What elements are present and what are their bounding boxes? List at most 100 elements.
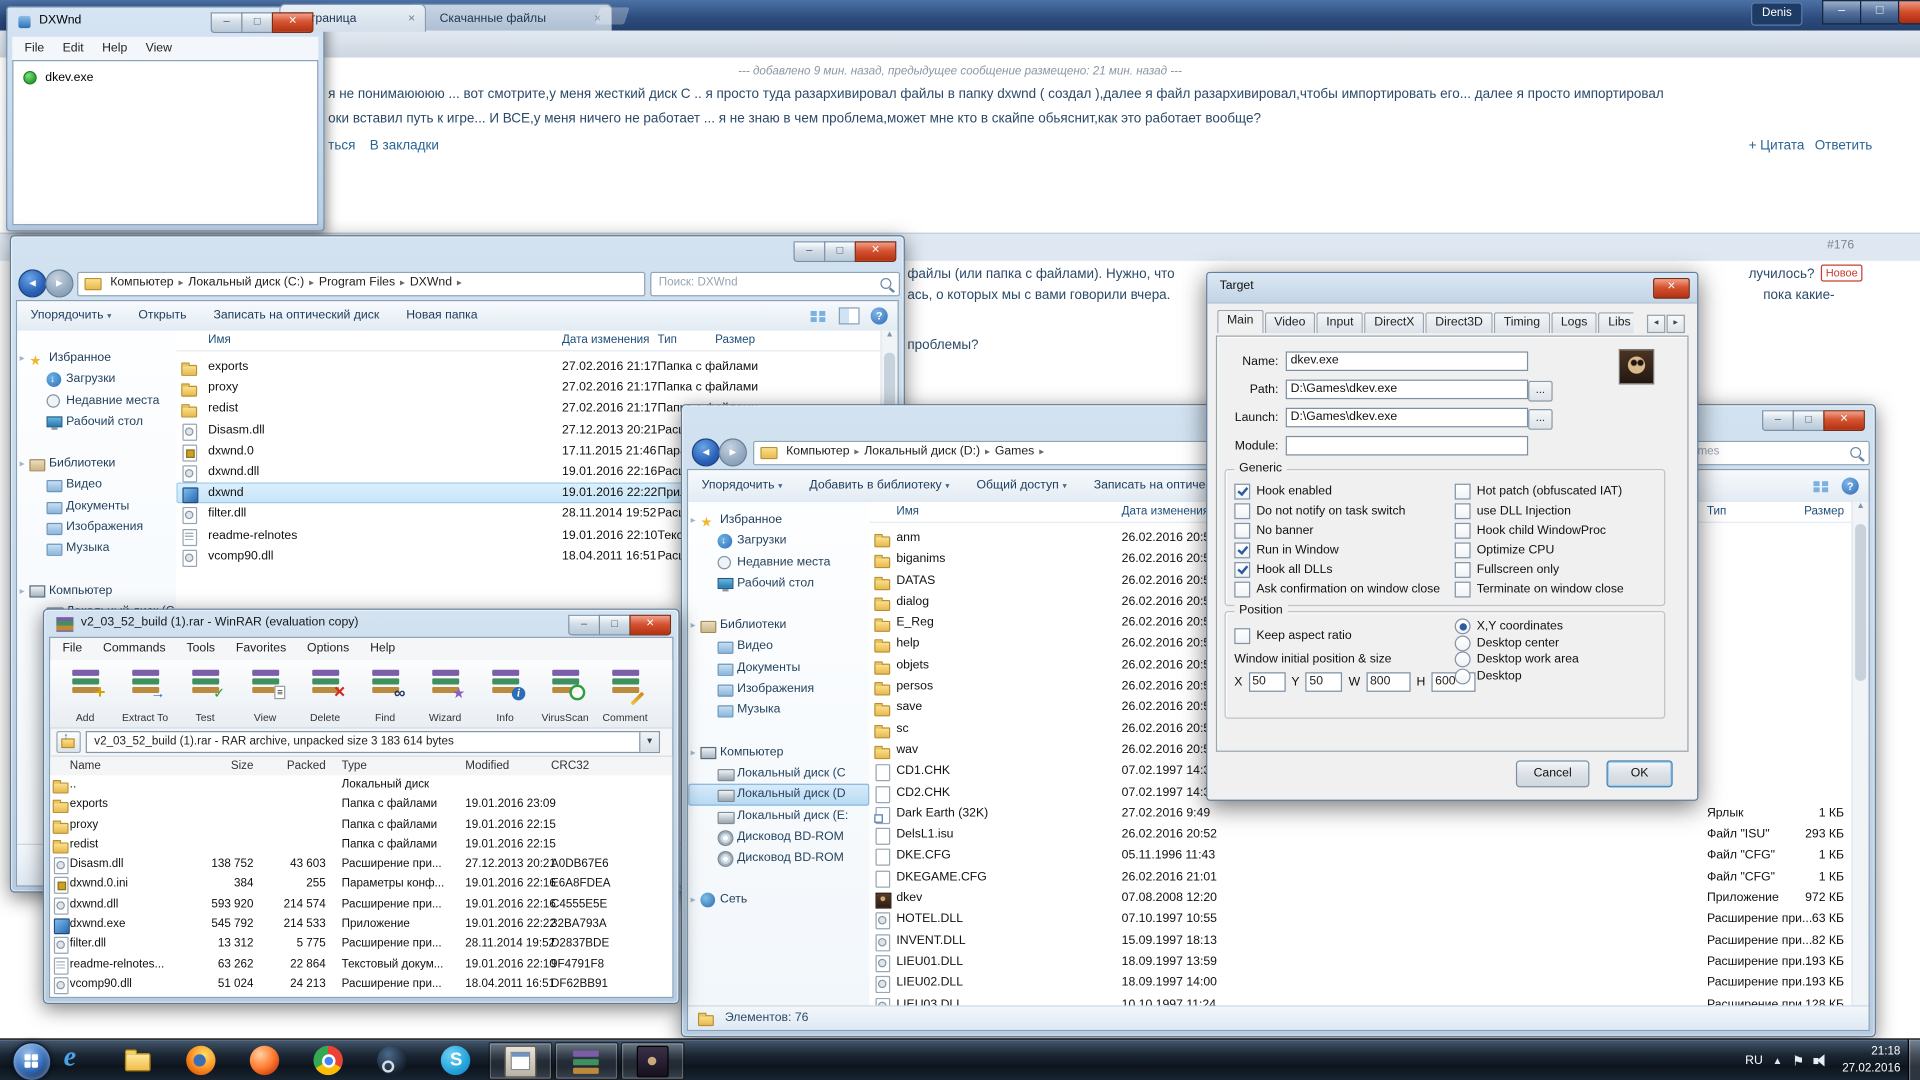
taskbar-window-button[interactable] [488, 1042, 553, 1080]
dropdown-icon[interactable]: ▼ [639, 732, 659, 752]
file-row[interactable]: proxy 27.02.2016 21:17 Папка с файлами [176, 377, 897, 398]
column-header[interactable]: Имя [896, 502, 919, 522]
radio[interactable] [1454, 668, 1471, 685]
breadcrumb-segment[interactable]: DXWnd [407, 276, 454, 289]
radio[interactable] [1454, 651, 1471, 668]
dialog-tab-libs[interactable]: Libs [1598, 312, 1634, 334]
checkbox[interactable] [1454, 541, 1471, 558]
checkbox-row[interactable]: Hot patch (obfuscated IAT) [1454, 481, 1624, 501]
search-input[interactable]: Поиск: DXWnd [650, 271, 900, 297]
taskbar-player-button[interactable] [233, 1040, 297, 1080]
expander-icon[interactable]: ▸ [691, 615, 696, 636]
checkbox[interactable] [1454, 483, 1471, 499]
sidebar-item[interactable]: Рабочий стол [688, 573, 869, 594]
column-header[interactable]: Тип [1707, 502, 1726, 522]
close-icon[interactable] [629, 614, 672, 636]
taskbar-skype-button[interactable] [424, 1040, 488, 1080]
toolbar-button[interactable]: Упорядочить ▾ [702, 470, 783, 502]
sidebar-item[interactable]: Видео [688, 636, 869, 657]
file-row[interactable]: dkev 07.08.2008 12:20 Приложение 972 КБ [869, 888, 1868, 909]
maximize-icon[interactable] [1860, 0, 1898, 25]
help-icon[interactable]: ? [1841, 477, 1859, 495]
minimize-icon[interactable] [210, 12, 242, 34]
maximize-icon[interactable] [824, 241, 855, 263]
coord-input-x[interactable]: 50 [1248, 672, 1286, 692]
sidebar-item[interactable]: Загрузки [688, 531, 869, 552]
column-header[interactable]: Дата изменения [562, 331, 649, 351]
change-view-icon[interactable] [1812, 479, 1830, 494]
toolbar-button[interactable]: Упорядочить ▾ [31, 301, 112, 330]
column-header[interactable]: Size [178, 757, 254, 775]
sidebar-item[interactable]: Музыка [17, 538, 176, 559]
sidebar-item[interactable]: ▸ Компьютер [17, 580, 176, 601]
archive-file-row[interactable]: Disasm.dll 138 752 43 603 Расширение при...… [50, 855, 672, 875]
dialog-tab-directx[interactable]: DirectX [1364, 312, 1425, 334]
menu-item[interactable]: View [146, 42, 172, 55]
radio-row[interactable]: Desktop center [1454, 635, 1579, 652]
expander-icon[interactable]: ▸ [20, 580, 25, 601]
tab-scroll-right-icon[interactable]: ► [1666, 314, 1685, 334]
radio-row[interactable]: Desktop work area [1454, 651, 1579, 668]
breadcrumb-segment[interactable]: Локальный диск (D:) [862, 444, 983, 457]
checkbox[interactable] [1234, 541, 1251, 558]
dialog-tab-direct3d[interactable]: Direct3D [1425, 312, 1493, 334]
coord-input-w[interactable]: 800 [1366, 672, 1411, 692]
sidebar-item[interactable]: Дисковод BD-ROM [688, 848, 869, 869]
checkbox[interactable] [1454, 502, 1471, 519]
expander-icon[interactable]: ▸ [20, 453, 25, 474]
sidebar-item[interactable]: Документы [17, 496, 176, 517]
hidden-icons-button[interactable]: ▲ [1773, 1055, 1783, 1066]
file-row[interactable]: exports 27.02.2016 21:17 Папка с файлами [176, 356, 897, 377]
checkbox-row[interactable]: Do not notify on task switch [1234, 501, 1440, 521]
menu-item[interactable]: File [24, 42, 44, 55]
sidebar-item[interactable]: ▸ Библиотеки [17, 453, 176, 474]
file-row[interactable]: Dark Earth (32K) 27.02.2016 9:49 Ярлык 1 КБ [869, 803, 1868, 824]
bookmark-link[interactable]: В закладки [370, 138, 439, 153]
checkbox[interactable] [1234, 561, 1251, 578]
taskbar-explorer-button[interactable] [105, 1040, 169, 1080]
file-row[interactable]: LIEU01.DLL 18.09.1997 13:59 Расширение при… [869, 951, 1868, 973]
post-number[interactable]: #176 [1827, 239, 1854, 252]
sidebar-item[interactable]: Музыка [688, 700, 869, 721]
menu-item[interactable]: Help [370, 642, 395, 655]
checkbox-row[interactable]: Fullscreen only [1454, 560, 1624, 580]
radio-row[interactable]: X,Y coordinates [1454, 618, 1579, 635]
forum-link-fragment[interactable]: ться [328, 138, 355, 153]
sidebar-item[interactable]: Изображения [17, 517, 176, 538]
checkbox-row[interactable]: Run in Window [1234, 540, 1440, 560]
radio-row[interactable]: Desktop [1454, 668, 1579, 685]
toolbar-button[interactable]: Открыть [138, 301, 186, 330]
column-header[interactable]: Type [342, 757, 367, 775]
checkbox-row[interactable]: Hook enabled [1234, 481, 1440, 501]
toolbar-button[interactable]: Новая папка [406, 301, 477, 330]
browser-profile-button[interactable]: Denis [1751, 2, 1803, 26]
expander-icon[interactable]: ▸ [20, 348, 25, 369]
expander-icon[interactable]: ▸ [691, 890, 696, 911]
forward-button[interactable]: ► [718, 438, 747, 467]
file-row[interactable]: HOTEL.DLL 07.10.1997 10:55 Расширение при.… [869, 909, 1868, 930]
coord-input-y[interactable]: 50 [1305, 672, 1343, 692]
new-tab-button[interactable] [594, 7, 630, 25]
archive-file-row[interactable]: proxy Папка с файлами 19.01.2016 22:15 [50, 815, 672, 835]
checkbox-row[interactable]: Terminate on window close [1454, 579, 1624, 599]
column-header[interactable]: Тип [658, 331, 677, 351]
column-header[interactable]: Размер [1771, 502, 1844, 522]
checkbox-row[interactable]: Hook child WindowProc [1454, 520, 1624, 540]
breadcrumb-segment[interactable]: Компьютер [784, 444, 852, 457]
winrar-add-button[interactable]: Add [55, 660, 115, 727]
close-icon[interactable] [271, 12, 314, 34]
action-center-icon[interactable]: ⚑ [1792, 1052, 1804, 1069]
checkbox[interactable] [1234, 627, 1251, 644]
vertical-scrollbar[interactable]: ▲ [1851, 502, 1869, 1007]
back-button[interactable]: ◄ [18, 269, 47, 298]
column-header[interactable]: Дата изменения [1122, 502, 1209, 522]
winrar-view-button[interactable]: View [235, 660, 295, 727]
archive-file-row[interactable]: dxwnd.dll 593 920 214 574 Расширение при...… [50, 895, 672, 915]
winrar-find-button[interactable]: Find [355, 660, 415, 727]
column-header[interactable]: Modified [465, 757, 509, 775]
winrar-extract-to-button[interactable]: Extract To [115, 660, 175, 727]
sidebar-item[interactable]: Локальный диск (C [688, 763, 869, 784]
minimize-icon[interactable] [568, 614, 599, 636]
maximize-icon[interactable] [598, 614, 630, 636]
archive-file-row[interactable]: vcomp90.dll 51 024 24 213 Расширение при...… [50, 975, 672, 995]
